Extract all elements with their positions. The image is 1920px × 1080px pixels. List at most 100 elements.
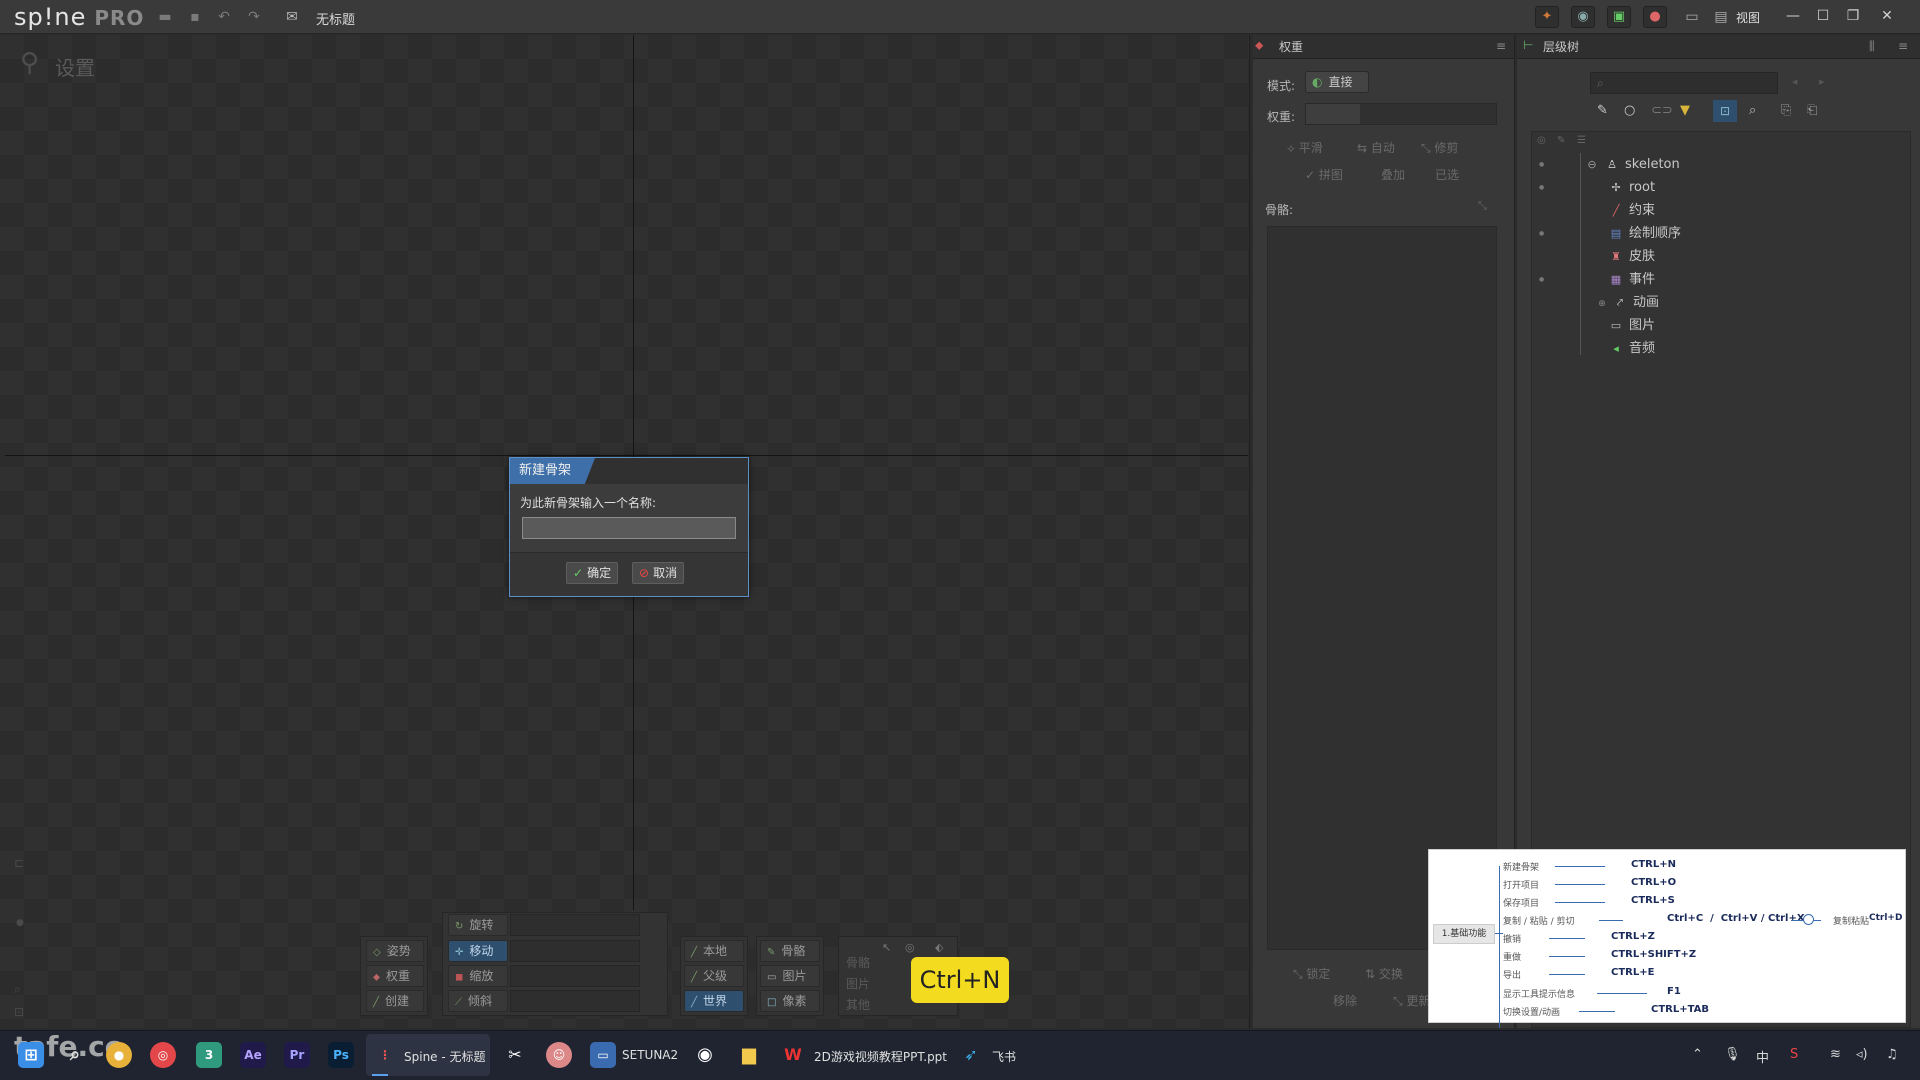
undo-icon[interactable]: ↶ (215, 8, 233, 26)
tree-item-root[interactable]: ✢ root (1609, 176, 1655, 199)
volume-icon[interactable]: ◃) (1856, 1047, 1868, 1062)
prune-button[interactable]: ⤡ 修剪 (1421, 139, 1458, 156)
images-compensate-button[interactable]: ▭ 图片 (760, 965, 820, 987)
file-explorer-icon[interactable]: ▆ (736, 1042, 762, 1068)
taskbar-feishu-label[interactable]: 飞书 (992, 1048, 1016, 1065)
local-axis-button[interactable]: ╱ 本地 (684, 940, 744, 962)
avatar-app-icon[interactable]: ☺ (546, 1042, 572, 1068)
auto-button[interactable]: ⇆ 自动 (1357, 139, 1395, 156)
tree-item-skeleton[interactable]: ⊖ ♙ skeleton (1585, 153, 1679, 176)
export-icon[interactable]: ✉ (283, 8, 301, 26)
skeleton-name-input[interactable] (522, 517, 736, 539)
copy-icon[interactable]: ⎘ (1781, 103, 1791, 118)
collapse-icon[interactable]: ⊖ (1585, 153, 1599, 176)
brush-icon[interactable]: ✎ (1597, 103, 1608, 118)
weights-tool-button[interactable]: ⬥ 权重 (366, 965, 424, 987)
shear-value-field[interactable] (510, 990, 640, 1012)
search-prev-icon[interactable]: ◂ (1792, 75, 1798, 88)
tree-search-input[interactable]: ⌕ (1590, 72, 1778, 94)
tree-item-constraints[interactable]: ╱ 约束 (1609, 199, 1655, 222)
pixel-button[interactable]: □ 像素 (760, 990, 820, 1012)
record-icon[interactable]: ◉ (692, 1042, 718, 1068)
feishu-icon[interactable]: ➶ (958, 1042, 984, 1068)
swap-button[interactable]: ⇅ 交换 (1365, 965, 1403, 982)
taskbar-ppt-label[interactable]: 2D游戏视频教程PPT.ppt (814, 1048, 947, 1065)
shear-tool-button[interactable]: ⟋ 倾斜 (448, 990, 508, 1012)
rotate-value-field[interactable] (510, 914, 640, 936)
after-effects-icon[interactable]: Ae (240, 1042, 266, 1068)
zoom-icon[interactable]: ⌕ (14, 982, 21, 997)
view-icon[interactable]: ▤ (1712, 8, 1730, 26)
panel-menu-icon[interactable]: ≡ (1898, 39, 1908, 53)
tile-button[interactable]: ✓ 拼图 (1305, 166, 1343, 183)
translate-value-field[interactable] (510, 940, 640, 962)
setuna-icon[interactable]: ▭ (590, 1042, 616, 1068)
expand-icon[interactable]: ⊕ (1597, 293, 1607, 316)
pointer-icon[interactable]: ↖ (882, 941, 891, 954)
save-icon[interactable]: ▪ (186, 8, 204, 26)
cancel-button[interactable]: ⊘ 取消 (632, 562, 685, 584)
link-icon[interactable]: ⊂⊃ (1651, 103, 1673, 118)
ok-button[interactable]: ✓ 确定 (566, 562, 619, 584)
ruler-icon[interactable]: ⊏ (14, 856, 24, 870)
selected-button[interactable]: 已选 (1435, 166, 1459, 183)
tree-item-events[interactable]: ▦ 事件 (1609, 268, 1655, 291)
capcut-icon[interactable]: ✂ (502, 1042, 528, 1068)
wps-icon[interactable]: W (780, 1042, 806, 1068)
netease-music-icon[interactable]: ◎ (150, 1042, 176, 1068)
rotate-tool-button[interactable]: ↻ 旋转 (448, 914, 508, 936)
premiere-icon[interactable]: Pr (284, 1042, 310, 1068)
weight-slider[interactable] (1305, 103, 1497, 125)
fit-selection-icon[interactable]: ⊡ (1713, 100, 1737, 122)
filter-icon[interactable]: ▼ (1680, 103, 1690, 118)
bones-expand-icon[interactable]: ⤡ (1478, 199, 1487, 213)
mode-dropdown[interactable]: ◐ 直接 (1305, 71, 1369, 93)
app-3-icon[interactable]: 3 (196, 1042, 222, 1068)
remove-button[interactable]: 移除 (1333, 992, 1357, 1009)
eye-icon[interactable]: ◉ (1571, 6, 1595, 28)
panel-columns-icon[interactable]: ⫼ (1869, 39, 1875, 54)
view-menu[interactable]: 视图 (1736, 9, 1760, 26)
ime-indicator[interactable]: 中 (1756, 1047, 1769, 1066)
restore-icon[interactable]: ❐ (1838, 4, 1868, 28)
tree-item-animations[interactable]: ⊕ ⤤ 动画 (1597, 291, 1659, 314)
tray-expand-icon[interactable]: ⌃ (1692, 1047, 1703, 1062)
visibility-dot[interactable]: ● (1539, 230, 1544, 237)
create-tool-button[interactable]: ╱ 创建 (366, 990, 424, 1012)
photoshop-icon[interactable]: Ps (328, 1042, 354, 1068)
close-icon[interactable]: ✕ (1872, 4, 1902, 28)
visibility-dot[interactable]: ● (1539, 184, 1544, 191)
panel-menu-icon[interactable]: ≡ (1496, 39, 1506, 53)
notification-icon[interactable]: ♫ (1886, 1047, 1898, 1062)
taskbar-setuna-label[interactable]: SETUNA2 (622, 1048, 678, 1062)
taskbar-spine-label[interactable]: Spine - 无标题 (404, 1048, 486, 1065)
color-wheel-icon[interactable]: ● (1643, 6, 1667, 28)
tree-item-audio[interactable]: ◂ 音频 (1609, 337, 1655, 360)
pose-icon[interactable]: ✦ (1535, 6, 1559, 28)
tree-item-images[interactable]: ▭ 图片 (1609, 314, 1655, 337)
visibility-dot[interactable]: ● (1539, 161, 1544, 168)
overlay-button[interactable]: 叠加 (1381, 166, 1405, 183)
visibility-dot[interactable]: ● (1539, 276, 1544, 283)
bones-list[interactable] (1267, 226, 1497, 950)
print-icon[interactable]: ▭ (1683, 8, 1701, 26)
translate-tool-button[interactable]: ✛ 移动 (448, 940, 508, 962)
redo-icon[interactable]: ↷ (245, 8, 263, 26)
smooth-button[interactable]: ⟡ 平滑 (1287, 139, 1323, 156)
search-next-icon[interactable]: ▸ (1819, 75, 1825, 88)
scale-tool-button[interactable]: ◼ 缩放 (448, 965, 508, 987)
world-axis-button[interactable]: ╱ 世界 (684, 990, 744, 1012)
frame-icon[interactable]: ▣ (1607, 6, 1631, 28)
sogou-icon[interactable]: S (1790, 1047, 1798, 1062)
tag-icon[interactable]: ⬖ (935, 941, 943, 954)
fit-icon[interactable]: ⊡ (14, 1005, 24, 1019)
scale-value-field[interactable] (510, 965, 640, 987)
parent-axis-button[interactable]: ╱ 父级 (684, 965, 744, 987)
paste-icon[interactable]: ⎗ (1807, 103, 1817, 118)
tree-item-draw-order[interactable]: ▤ 绘制顺序 (1609, 222, 1681, 245)
microphone-icon[interactable]: 🎙 (1724, 1047, 1741, 1062)
magnify-icon[interactable]: ⌕ (1749, 103, 1756, 118)
folder-icon[interactable]: ▬ (156, 8, 174, 26)
minimize-icon[interactable]: — (1778, 4, 1808, 28)
wifi-icon[interactable]: ≋ (1830, 1047, 1841, 1062)
